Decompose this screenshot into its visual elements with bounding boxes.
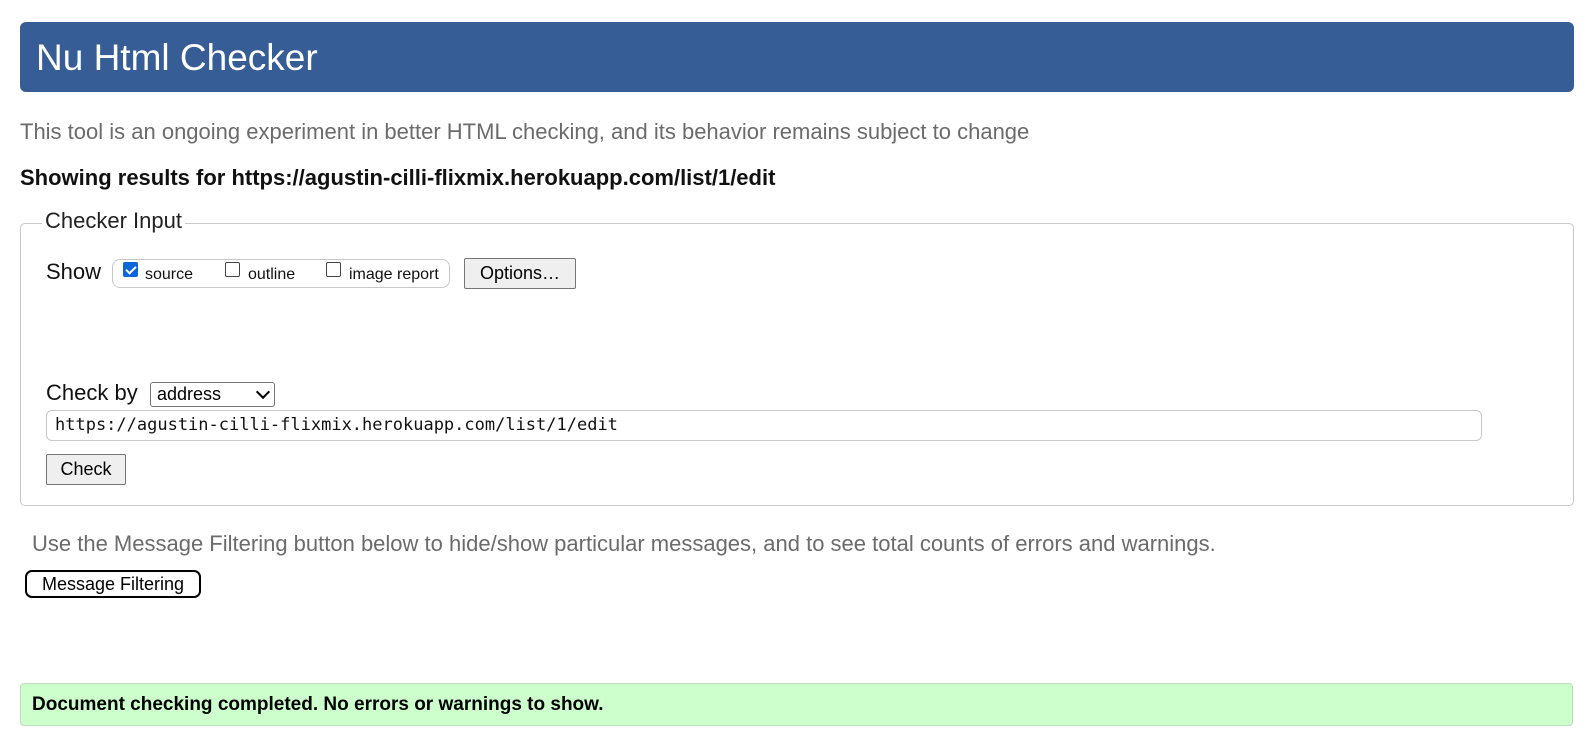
tagline: This tool is an ongoing experiment in be… — [20, 119, 1030, 144]
options-button[interactable]: Options… — [464, 258, 576, 289]
outline-checkbox-label[interactable]: outline — [248, 266, 295, 284]
page-title: Nu Html Checker — [36, 37, 318, 78]
message-filtering-button[interactable]: Message Filtering — [25, 570, 201, 598]
check-by-label: Check by — [46, 380, 138, 405]
source-checkbox[interactable] — [123, 262, 138, 277]
result-success-banner: Document checking completed. No errors o… — [20, 683, 1573, 726]
source-checkbox-label[interactable]: source — [145, 266, 193, 284]
showing-results-heading: Showing results for https://agustin-cill… — [20, 165, 776, 190]
url-input[interactable]: https://agustin-cilli-flixmix.herokuapp.… — [46, 410, 1482, 441]
check-by-select-value: address — [157, 384, 222, 404]
outline-checkbox[interactable] — [225, 262, 240, 277]
message-filtering-note: Use the Message Filtering button below t… — [32, 531, 1216, 556]
image-report-checkbox[interactable] — [326, 262, 341, 277]
page-header: Nu Html Checker — [20, 22, 1574, 92]
result-message: Document checking completed. No errors o… — [32, 694, 604, 715]
chevron-down-icon — [255, 384, 271, 400]
check-button[interactable]: Check — [46, 454, 126, 485]
image-report-checkbox-label[interactable]: image report — [349, 266, 439, 284]
show-label: Show — [46, 259, 102, 284]
check-by-select[interactable]: address — [150, 382, 275, 407]
checker-input-legend: Checker Input — [42, 208, 185, 234]
